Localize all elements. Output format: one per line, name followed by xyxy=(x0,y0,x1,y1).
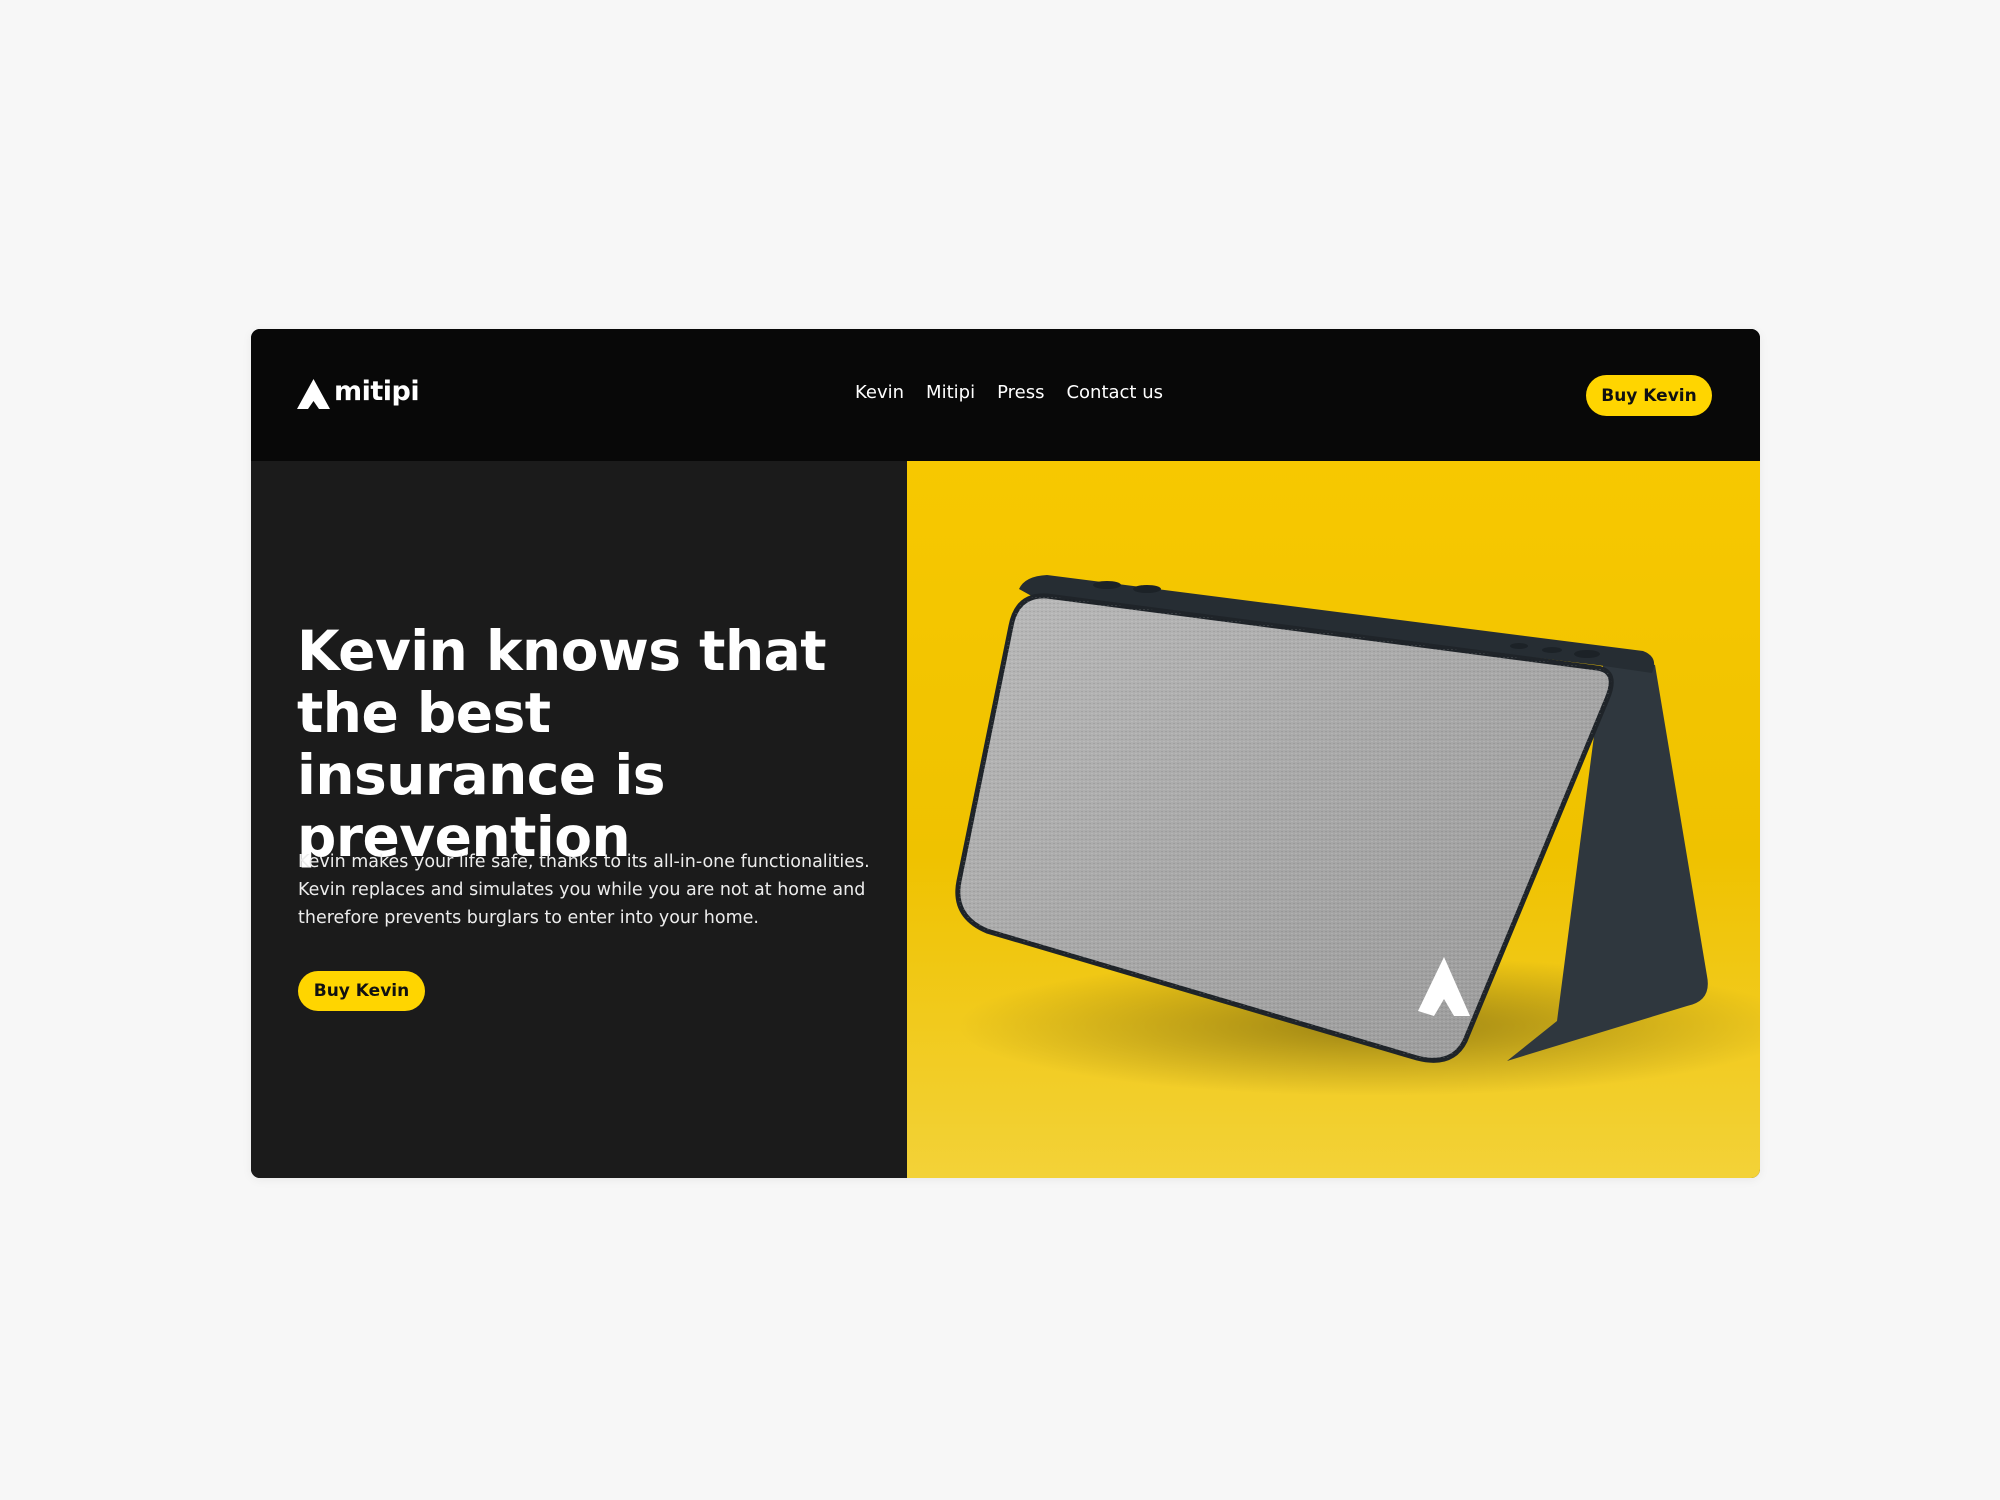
kevin-device-illustration xyxy=(907,461,1760,1178)
top-navigation-bar: mitipi Kevin Mitipi Press Contact us Buy… xyxy=(251,329,1760,461)
nav-item-press[interactable]: Press xyxy=(997,382,1044,404)
landing-page-frame: mitipi Kevin Mitipi Press Contact us Buy… xyxy=(251,329,1760,1178)
brand-logo[interactable]: mitipi xyxy=(297,375,420,411)
nav-item-kevin[interactable]: Kevin xyxy=(855,382,904,404)
main-nav: Kevin Mitipi Press Contact us xyxy=(855,382,1163,404)
hero-headline: Kevin knows that the best insurance is p… xyxy=(297,619,827,869)
hero-description: Kevin makes your life safe, thanks to it… xyxy=(298,852,870,928)
hero-text-panel: Kevin knows that the best insurance is p… xyxy=(251,461,907,1178)
mitipi-logo-icon xyxy=(297,379,330,409)
nav-item-mitipi[interactable]: Mitipi xyxy=(926,382,975,404)
hero-buy-kevin-button[interactable]: Buy Kevin xyxy=(298,971,425,1011)
nav-item-contact-us[interactable]: Contact us xyxy=(1066,382,1163,404)
header-buy-kevin-button[interactable]: Buy Kevin xyxy=(1586,375,1712,416)
hero-product-image xyxy=(907,461,1760,1178)
brand-name: mitipi xyxy=(334,375,420,407)
